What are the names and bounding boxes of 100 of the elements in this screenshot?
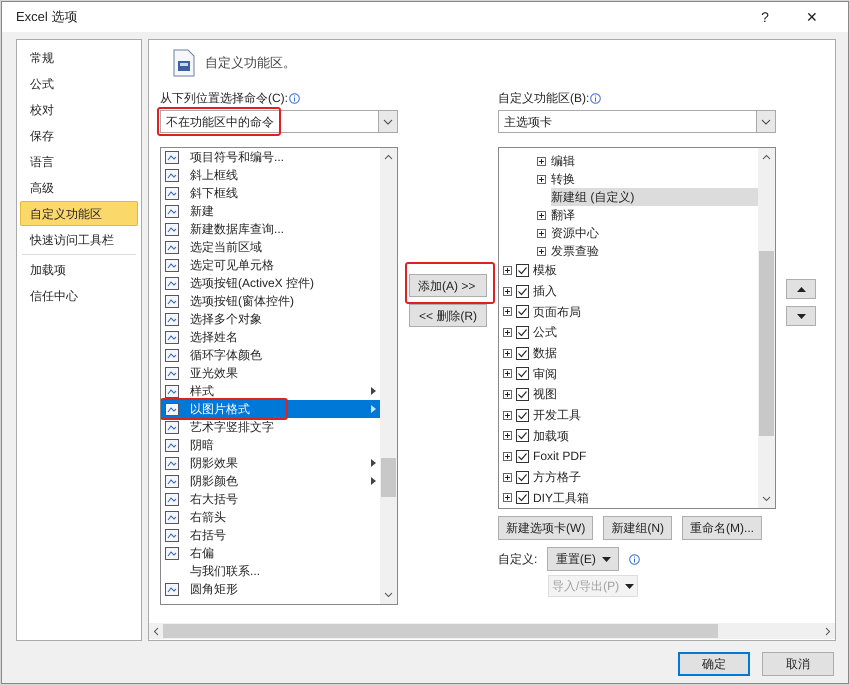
ok-button[interactable]: 确定 [678, 652, 750, 676]
expand-icon[interactable] [503, 452, 512, 461]
tree-action-button[interactable]: 新建选项卡(W) [498, 516, 594, 540]
command-item[interactable]: 新建 [161, 202, 380, 220]
help-button[interactable]: ? [750, 6, 780, 28]
checkbox[interactable] [516, 346, 529, 360]
expand-icon[interactable] [503, 431, 512, 440]
sidebar-item[interactable]: 语言 [20, 149, 138, 174]
remove-button[interactable]: << 删除(R) [409, 304, 487, 327]
checkbox[interactable] [516, 388, 529, 401]
move-down-button[interactable] [786, 306, 816, 326]
checkbox[interactable] [516, 367, 529, 380]
command-item[interactable]: 循环字体颜色 [161, 346, 380, 364]
command-item[interactable]: 选项按钮(窗体控件) [161, 292, 380, 310]
scrollbar-thumb[interactable] [759, 250, 774, 436]
tree-item[interactable]: 新建组 (自定义) [551, 188, 758, 206]
checkbox[interactable] [516, 408, 529, 422]
tree-item[interactable]: 翻译 [499, 206, 758, 224]
tree-item[interactable]: 页面布局 [533, 302, 581, 321]
sidebar-item[interactable]: 自定义功能区 [20, 201, 138, 226]
command-item[interactable]: 斜下框线 [161, 184, 380, 202]
command-item[interactable]: 艺术字竖排文字 [161, 418, 380, 436]
checkbox[interactable] [516, 326, 529, 339]
move-up-button[interactable] [786, 279, 816, 299]
expand-icon[interactable] [503, 328, 512, 337]
tree-item[interactable]: 插入 [533, 282, 557, 300]
scrollbar-thumb[interactable] [163, 624, 718, 638]
command-item[interactable]: 亚光效果 [161, 364, 380, 382]
scrollbar[interactable] [758, 148, 775, 508]
expand-icon[interactable] [503, 390, 512, 399]
tree-item[interactable]: 模板 [533, 261, 557, 280]
checkbox[interactable] [516, 491, 529, 504]
expand-icon[interactable] [503, 266, 512, 275]
tree-action-button[interactable]: 新建组(N) [603, 516, 672, 540]
command-item[interactable]: 选项按钮(ActiveX 控件) [161, 274, 380, 292]
sidebar-item[interactable]: 公式 [20, 71, 138, 96]
source-dropdown[interactable]: 不在功能区中的命令 [160, 110, 398, 133]
command-item[interactable]: 右偏 [161, 544, 380, 562]
expand-icon[interactable] [503, 286, 512, 296]
command-item[interactable]: 选定当前区域 [161, 238, 380, 256]
expand-icon[interactable] [537, 246, 546, 256]
tree-item[interactable]: 开发工具 [533, 406, 581, 424]
scrollbar[interactable] [380, 148, 397, 604]
tree-item[interactable]: 公式 [533, 323, 557, 342]
sidebar-item[interactable]: 校对 [20, 97, 138, 122]
cancel-button[interactable]: 取消 [762, 652, 834, 676]
checkbox[interactable] [516, 264, 529, 277]
expand-icon[interactable] [503, 493, 512, 502]
tree-item[interactable]: 数据 [533, 344, 557, 362]
expand-icon[interactable] [503, 369, 512, 378]
command-item[interactable]: 右括号 [161, 526, 380, 544]
command-item[interactable]: 阴暗 [161, 436, 380, 454]
sidebar-item[interactable]: 高级 [20, 175, 138, 200]
sidebar-item[interactable]: 加载项 [20, 257, 138, 282]
tree-item[interactable]: Foxit PDF [533, 447, 586, 466]
sidebar-item[interactable]: 保存 [20, 123, 138, 148]
add-button[interactable]: 添加(A) >> [409, 274, 487, 297]
command-item[interactable]: 斜上框线 [161, 166, 380, 184]
tree-item[interactable]: 编辑 [499, 152, 758, 170]
command-item[interactable]: 右大括号 [161, 490, 380, 508]
close-button[interactable]: ✕ [790, 6, 834, 28]
expand-icon[interactable] [503, 348, 512, 358]
ribbon-dropdown[interactable]: 主选项卡 [498, 110, 776, 133]
expand-icon[interactable] [537, 228, 546, 238]
command-item[interactable]: 选择多个对象 [161, 310, 380, 328]
expand-icon[interactable] [503, 410, 512, 420]
tree-action-button[interactable]: 重命名(M)... [682, 516, 762, 540]
command-item[interactable]: 圆角矩形 [161, 580, 380, 598]
command-item[interactable]: 样式 [161, 382, 380, 400]
expand-icon[interactable] [503, 307, 512, 316]
tree-item[interactable]: 视图 [533, 385, 557, 404]
command-item[interactable]: 项目符号和编号... [161, 148, 380, 166]
command-item[interactable]: 新建数据库查询... [161, 220, 380, 238]
command-item[interactable]: 选定可见单元格 [161, 256, 380, 274]
tree-item[interactable]: 资源中心 [499, 224, 758, 242]
command-item[interactable]: 阴影颜色 [161, 472, 380, 490]
tree-item[interactable]: 发票查验 [499, 242, 758, 260]
sidebar-item[interactable]: 快速访问工具栏 [20, 227, 138, 252]
sidebar-item[interactable]: 常规 [20, 45, 138, 70]
tree-item[interactable]: DIY工具箱 [533, 488, 590, 507]
horizontal-scrollbar[interactable] [149, 623, 835, 639]
tree-item[interactable]: 审阅 [533, 364, 557, 383]
expand-icon[interactable] [537, 174, 546, 184]
command-item[interactable]: 选择姓名 [161, 328, 380, 346]
checkbox[interactable] [516, 284, 529, 298]
tree-item[interactable]: 转换 [499, 170, 758, 188]
command-item[interactable]: 右箭头 [161, 508, 380, 526]
checkbox[interactable] [516, 305, 529, 318]
command-item[interactable]: 以图片格式 [161, 400, 380, 418]
expand-icon[interactable] [537, 156, 546, 166]
command-item[interactable]: 与我们联系... [161, 562, 380, 580]
expand-icon[interactable] [503, 472, 512, 482]
scrollbar-thumb[interactable] [381, 458, 396, 497]
reset-button[interactable]: 重置(E) [547, 547, 620, 571]
tree-item[interactable]: 方方格子 [533, 468, 581, 486]
checkbox[interactable] [516, 429, 529, 442]
checkbox[interactable] [516, 450, 529, 463]
command-item[interactable]: 阴影效果 [161, 454, 380, 472]
sidebar-item[interactable]: 信任中心 [20, 283, 138, 308]
tree-item[interactable]: 加载项 [533, 426, 569, 445]
